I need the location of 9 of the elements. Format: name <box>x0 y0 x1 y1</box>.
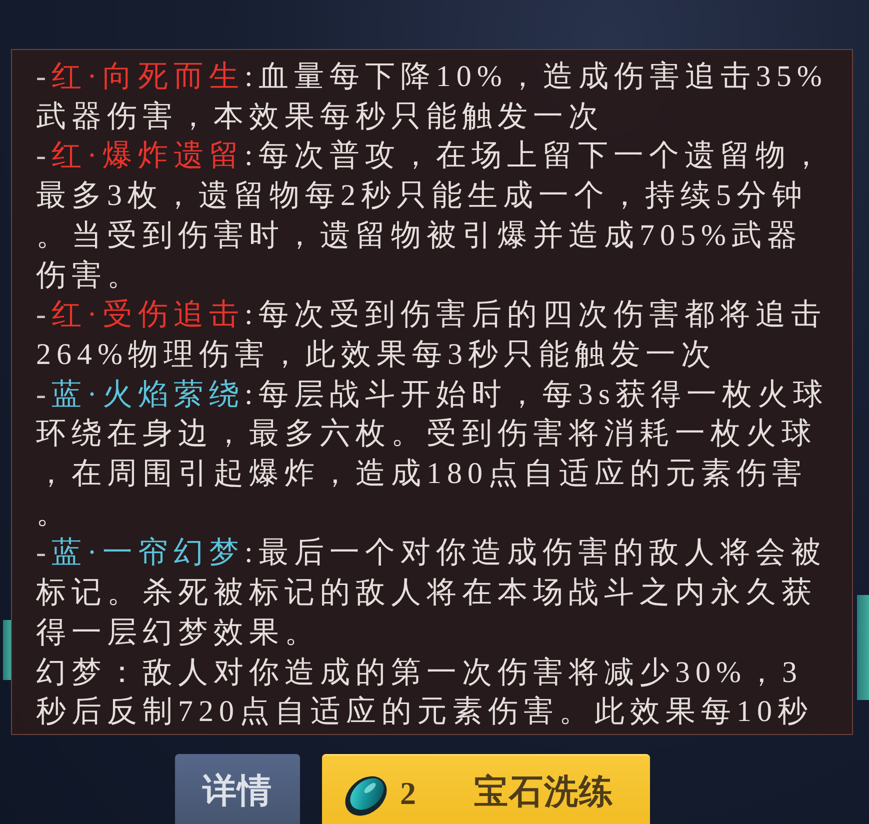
details-button[interactable]: 详情 <box>175 754 300 824</box>
effect-description: -蓝·火焰萦绕:每层战斗开始时，每3s获得一枚火球环绕在身边，最多六枚。受到伤害将消耗一枚火球，在周围引起爆炸，造成180点自适应的元素伤害。 <box>36 376 830 532</box>
effect-description: -红·受伤追击:每次受到伤害后的四次伤害都将追击264%物理伤害，此效果每3秒只能触发一次 <box>36 297 828 373</box>
background-bar <box>3 620 11 680</box>
effect-description: -红·爆炸遗留:每次普攻，在场上留下一个遗留物，最多3枚，遗留物每2秒只能生成一个，持续5分钟。当受到伤害时，遗留物被引爆并造成705%武器伤害。 <box>36 138 828 294</box>
gem-refine-button[interactable]: 2 宝石洗练 <box>322 754 650 824</box>
effect-description: -红·向死而生:血量每下降10%，造成伤害追击35%武器伤害，本效果每秒只能触发一次 <box>36 59 828 135</box>
effect-note: 幻梦：敌人对你造成的第一次伤害将减少30%，3秒后反制720点自适应的元素伤害。此效果每10秒 <box>36 654 814 730</box>
effect-description: -蓝·一帘幻梦:最后一个对你造成伤害的敌人将会被标记。杀死被标记的敌人将在本场战斗之内永久获得一层幻梦效果。 <box>36 535 828 651</box>
